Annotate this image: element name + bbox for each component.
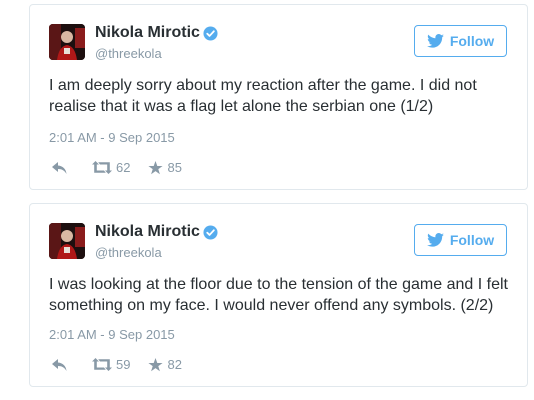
verified-badge-icon: [203, 225, 218, 240]
display-name[interactable]: Nikola Mirotic: [95, 223, 200, 241]
follow-button-label: Follow: [449, 232, 495, 248]
twitter-bird-icon: [426, 34, 444, 48]
follow-button[interactable]: Follow: [414, 25, 507, 57]
verified-badge-icon: [203, 26, 218, 41]
reply-icon: [52, 161, 67, 174]
tweet-timestamp[interactable]: 2:01 AM - 9 Sep 2015: [49, 327, 175, 342]
tweet-actions: 62 85: [52, 160, 182, 175]
retweet-count: 62: [116, 160, 131, 175]
reply-icon: [52, 358, 67, 371]
username-handle[interactable]: @threekola: [95, 245, 162, 260]
tweet-card-2: Nikola Mirotic @threekola Follow I was l…: [29, 203, 528, 387]
tweet-timestamp[interactable]: 2:01 AM - 9 Sep 2015: [49, 130, 175, 145]
star-icon: [148, 357, 164, 371]
favorite-count: 82: [167, 357, 182, 372]
retweet-button[interactable]: 59: [92, 357, 130, 372]
favorite-button[interactable]: 85: [148, 160, 182, 175]
display-name[interactable]: Nikola Mirotic: [95, 24, 200, 42]
avatar[interactable]: [49, 24, 85, 60]
favorite-button[interactable]: 82: [148, 357, 182, 372]
retweet-count: 59: [116, 357, 131, 372]
tweet-text: I was looking at the floor due to the te…: [49, 276, 508, 314]
reply-button[interactable]: [52, 358, 67, 371]
retweet-icon: [92, 161, 112, 174]
follow-button-label: Follow: [449, 33, 495, 49]
follow-button[interactable]: Follow: [414, 224, 507, 256]
tweet-card-1: Nikola Mirotic @threekola Follow I am de…: [29, 4, 528, 190]
favorite-count: 85: [167, 160, 182, 175]
avatar[interactable]: [49, 223, 85, 259]
username-handle[interactable]: @threekola: [95, 46, 162, 61]
twitter-bird-icon: [426, 233, 444, 247]
reply-button[interactable]: [52, 161, 67, 174]
star-icon: [148, 160, 164, 174]
tweet-text: I am deeply sorry about my reaction afte…: [49, 77, 477, 115]
tweet-actions: 59 82: [52, 357, 182, 372]
retweet-icon: [92, 358, 112, 371]
retweet-button[interactable]: 62: [92, 160, 130, 175]
